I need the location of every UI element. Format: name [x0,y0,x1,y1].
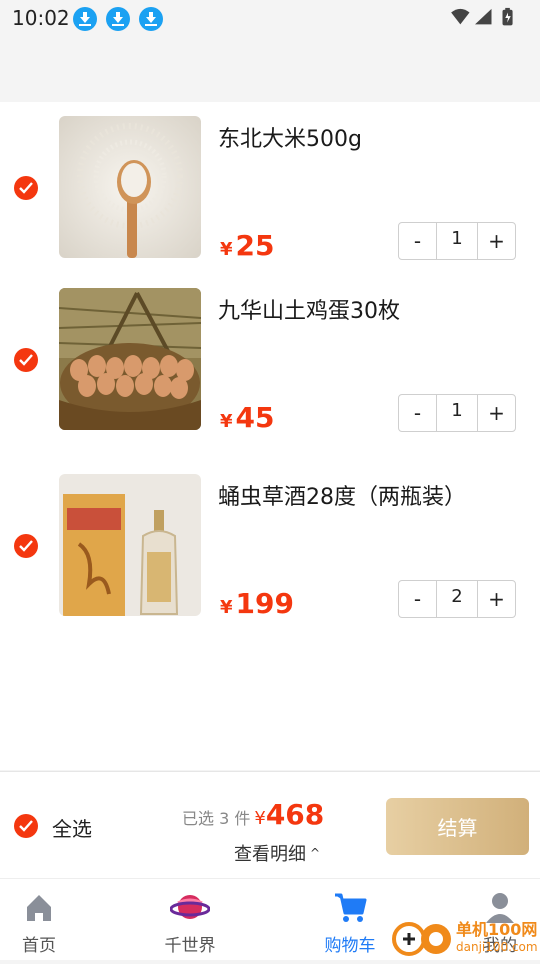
signal-icon [475,8,492,25]
product-price: ¥199 [220,587,294,620]
home-icon [27,895,51,921]
quantity-value[interactable]: 2 [436,581,478,617]
check-icon [19,354,33,366]
tab-label: 购物车 [324,936,376,956]
decrease-button[interactable]: - [399,581,436,617]
increase-button[interactable]: + [478,223,515,259]
check-icon [19,540,33,552]
product-price: ¥25 [220,229,275,262]
status-icons [451,7,513,26]
planet-icon [170,895,210,919]
wifi-icon [451,8,470,25]
cart-item: 九华山土鸡蛋30枚 ¥45 - 1 + [0,288,540,448]
status-bar: 10:02 [0,0,540,38]
tab-label: 千世界 [164,936,216,956]
watermark-title: 单机100网 [456,920,538,939]
cart-list[interactable]: 东北大米500g ¥25 - 1 + 九华山土鸡蛋30枚 ¥ 45 - 1 + … [0,102,540,770]
cart-icon [335,893,367,922]
chevron-up-icon: ^ [310,846,321,860]
increase-button[interactable]: + [478,395,515,431]
status-time: 10:02 [12,6,70,30]
quantity-value[interactable]: 1 [436,395,478,431]
item-checkbox[interactable] [14,348,38,372]
tab-cart[interactable]: 购物车 [300,879,400,961]
download-icon [106,7,130,31]
cart-item: 蛹虫草酒28度（两瓶装） ¥199 - 2 + [0,474,540,634]
select-all-checkbox[interactable] [14,814,38,838]
select-all-label[interactable]: 全选 [52,813,92,842]
header-area [0,38,540,102]
product-name[interactable]: 九华山土鸡蛋30枚 [218,293,400,325]
cart-item: 东北大米500g ¥25 - 1 + [0,116,540,276]
view-details-link[interactable]: 查看明细 ^ [234,840,320,866]
tab-label: 首页 [22,936,56,956]
check-icon [19,820,33,832]
selected-count: 已选 3 件 [182,809,251,828]
watermark: 单机100网 danji100.com [392,914,540,960]
watermark-url: danji100.com [456,940,538,954]
increase-button[interactable]: + [478,581,515,617]
download-icon [73,7,97,31]
decrease-button[interactable]: - [399,223,436,259]
order-summary: 已选 3 件 ¥468 [182,798,324,831]
watermark-logo-icon [392,922,451,956]
product-image-wine[interactable] [59,474,201,616]
product-image-eggs[interactable] [59,288,201,430]
product-name[interactable]: 东北大米500g [218,121,362,153]
item-checkbox[interactable] [14,534,38,558]
item-checkbox[interactable] [14,176,38,200]
view-details-label: 查看明细 [234,844,306,865]
quantity-stepper: - 2 + [398,580,516,618]
checkout-button[interactable]: 结算 [386,798,529,855]
check-icon [19,182,33,194]
quantity-stepper: - 1 + [398,222,516,260]
decrease-button[interactable]: - [399,395,436,431]
quantity-stepper: - 1 + [398,394,516,432]
total-amount: 468 [265,798,325,831]
product-name[interactable]: 蛹虫草酒28度（两瓶装） [218,479,466,511]
checkout-bar: 全选 已选 3 件 ¥468 查看明细 ^ 结算 [0,771,540,878]
total-currency: ¥ [254,808,266,829]
download-icon [139,7,163,31]
product-image-rice[interactable] [59,116,201,258]
tab-world[interactable]: 千世界 [140,879,240,961]
product-price: ¥45 [220,401,275,434]
quantity-value[interactable]: 1 [436,223,478,259]
tab-home[interactable]: 首页 [0,879,89,961]
